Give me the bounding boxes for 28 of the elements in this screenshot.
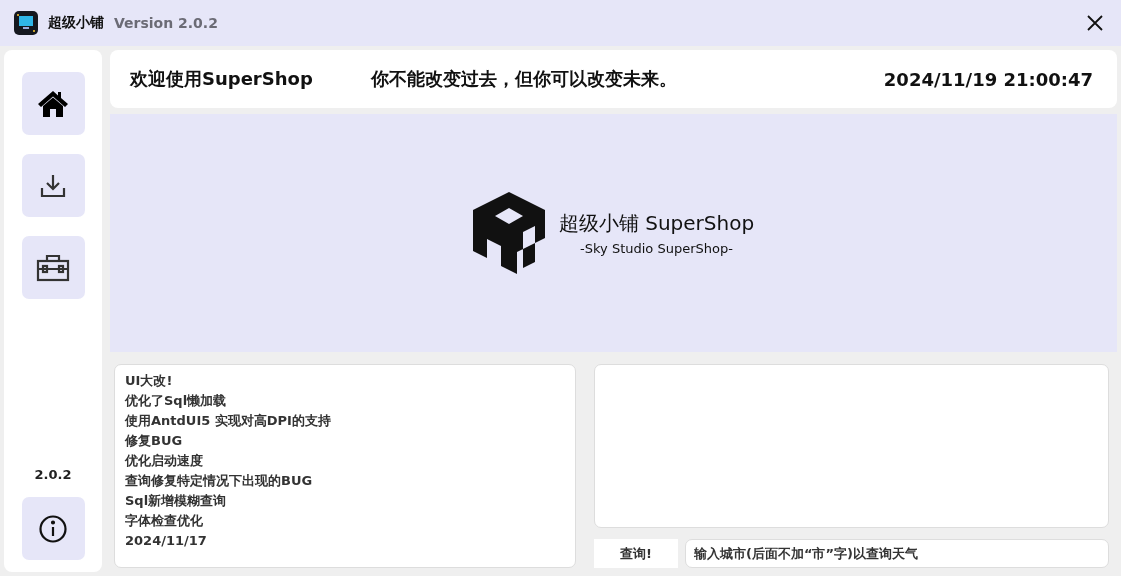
- download-nav-button[interactable]: [21, 154, 85, 217]
- banner-title: 超级小铺 SuperShop: [558, 210, 755, 237]
- city-input-field[interactable]: 输入城市(后面不加“市”字)以查询天气: [685, 539, 1109, 568]
- info-button[interactable]: [21, 497, 85, 560]
- changelog-line: 查询修复特定情况下出现的BUG: [125, 472, 314, 490]
- changelog-line: Sql新增模糊查询: [125, 492, 228, 510]
- version-number: 2.0.2: [34, 467, 72, 482]
- toolbox-nav-button[interactable]: [21, 236, 85, 299]
- changelog-line: 使用AntdUI5 实现对高DPI的支持: [125, 412, 332, 430]
- app-logo-icon: [14, 11, 38, 35]
- close-icon: [1087, 15, 1103, 31]
- query-button[interactable]: 查询!: [594, 539, 678, 568]
- changelog-line: UI大改!: [125, 372, 174, 390]
- datetime-text: 2024/11/19 21:00:47: [883, 68, 1093, 90]
- changelog-line: 字体检查优化: [125, 512, 204, 530]
- window-title: 超级小铺: [48, 14, 104, 32]
- toolbox-icon: [36, 252, 70, 283]
- info-icon: [38, 513, 68, 544]
- banner-subtitle: -Sky Studio SuperShop-: [580, 241, 733, 256]
- changelog-line: 优化启动速度: [125, 452, 204, 470]
- logo-icon: [472, 192, 545, 274]
- welcome-text: 欢迎使用SuperShop: [130, 67, 313, 91]
- home-nav-button[interactable]: [21, 72, 85, 135]
- changelog-line: 修复BUG: [125, 432, 184, 450]
- changelog-line: 2024/11/17: [125, 532, 208, 550]
- changelog-line: 优化了Sql懒加载: [125, 392, 228, 410]
- version-label: Version 2.0.2: [114, 15, 218, 31]
- motto-text: 你不能改变过去，但你可以改变未来。: [370, 67, 677, 91]
